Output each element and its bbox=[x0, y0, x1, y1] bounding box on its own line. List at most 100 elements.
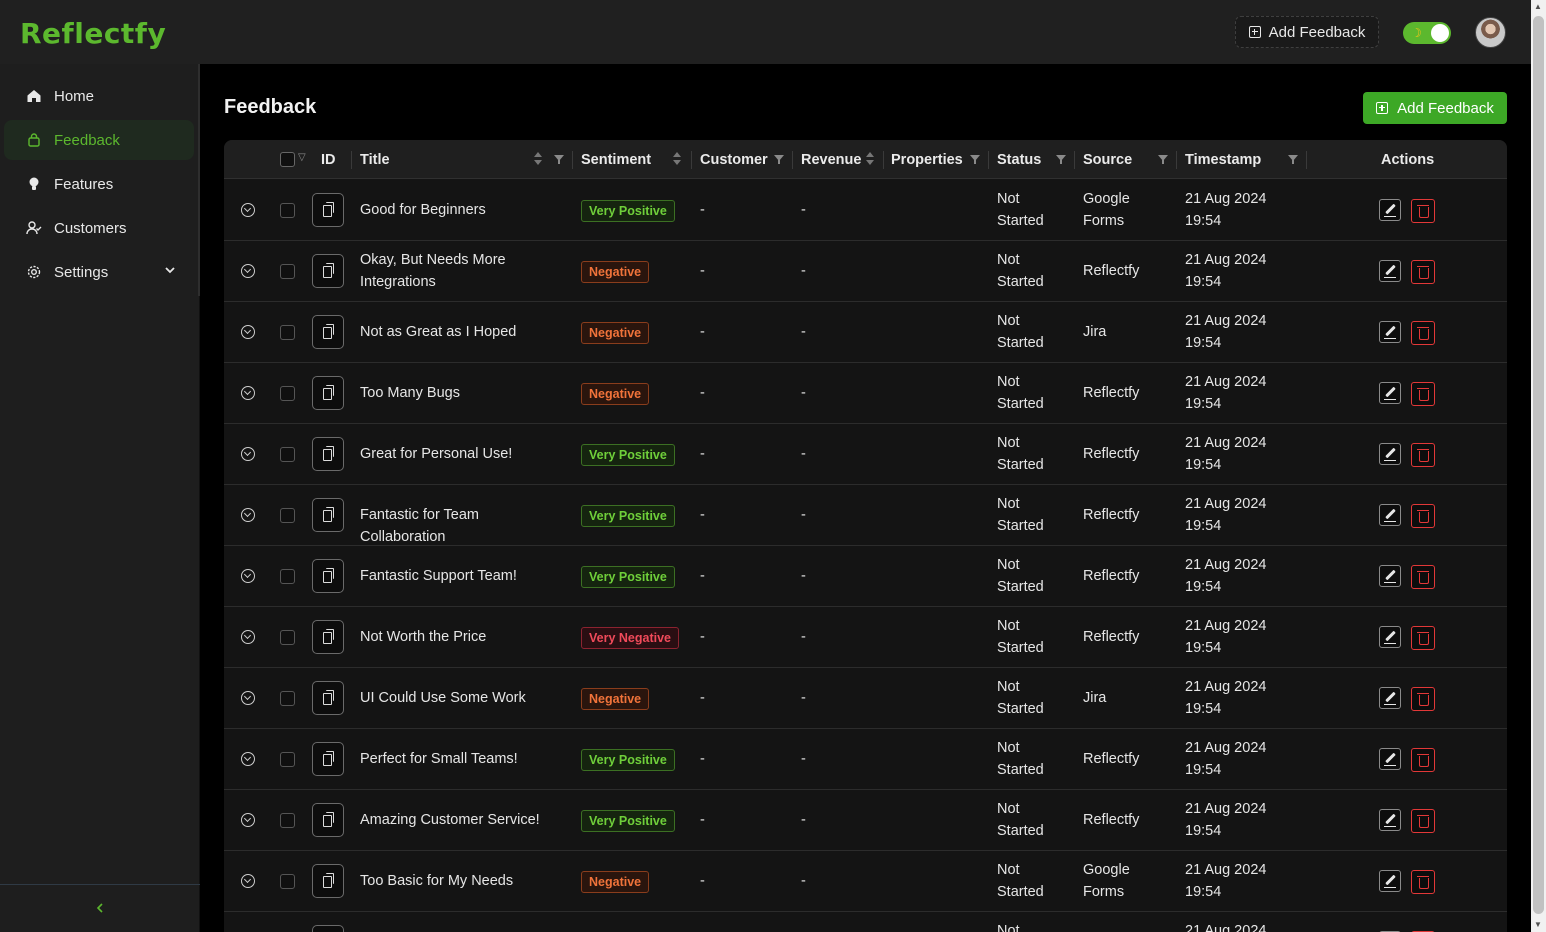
column-header-revenue[interactable]: Revenue bbox=[801, 140, 861, 179]
user-avatar[interactable] bbox=[1475, 17, 1506, 48]
column-header-status[interactable]: Status bbox=[997, 140, 1041, 179]
trash-icon[interactable] bbox=[1411, 443, 1435, 467]
feedback-title[interactable]: Perfect for Small Teams! bbox=[360, 748, 560, 770]
filter-icon[interactable] bbox=[554, 155, 564, 165]
edit-icon[interactable] bbox=[1379, 809, 1401, 831]
header-add-feedback-button[interactable]: Add Feedback bbox=[1235, 16, 1379, 48]
chevron-down-icon[interactable] bbox=[164, 264, 176, 279]
app-logo[interactable]: Reflectfy bbox=[20, 14, 166, 52]
trash-icon[interactable] bbox=[1411, 382, 1435, 406]
edit-icon[interactable] bbox=[1379, 748, 1401, 770]
table-row[interactable]: Very PositiveNot21 Aug 2024 bbox=[224, 912, 1507, 932]
feedback-title[interactable]: Amazing Customer Service! bbox=[360, 809, 560, 831]
copy-id-button[interactable] bbox=[312, 864, 344, 898]
copy-id-button[interactable] bbox=[312, 742, 344, 776]
edit-icon[interactable] bbox=[1379, 565, 1401, 587]
chevron-down-icon[interactable]: ▽ bbox=[298, 152, 306, 163]
trash-icon[interactable] bbox=[1411, 870, 1435, 894]
scroll-up-icon[interactable]: ▲ bbox=[1534, 3, 1542, 11]
trash-icon[interactable] bbox=[1411, 626, 1435, 650]
table-row[interactable]: Amazing Customer Service! Very Positive - -… bbox=[224, 790, 1507, 851]
table-row[interactable]: Too Basic for My Needs Negative - - Not Start… bbox=[224, 851, 1507, 912]
copy-id-button[interactable] bbox=[312, 254, 344, 288]
trash-icon[interactable] bbox=[1411, 504, 1435, 528]
row-checkbox[interactable] bbox=[280, 264, 295, 279]
table-row[interactable]: UI Could Use Some Work Negative - - Not Start… bbox=[224, 668, 1507, 729]
select-all-checkbox[interactable] bbox=[280, 152, 295, 167]
filter-icon[interactable] bbox=[1158, 155, 1168, 165]
expand-row-icon[interactable] bbox=[241, 630, 255, 644]
copy-id-button[interactable] bbox=[312, 315, 344, 349]
sort-icon[interactable] bbox=[534, 152, 542, 168]
column-header-properties[interactable]: Properties bbox=[891, 140, 963, 179]
edit-icon[interactable] bbox=[1379, 382, 1401, 404]
feedback-title[interactable]: Not Worth the Price bbox=[360, 626, 560, 648]
sidebar-collapse-button[interactable] bbox=[0, 884, 200, 932]
page-scrollbar[interactable]: ▲ ▼ bbox=[1531, 0, 1546, 932]
edit-icon[interactable] bbox=[1379, 321, 1401, 343]
edit-icon[interactable] bbox=[1379, 199, 1401, 221]
trash-icon[interactable] bbox=[1411, 321, 1435, 345]
add-feedback-button[interactable]: Add Feedback bbox=[1363, 92, 1507, 124]
column-header-id[interactable]: ID bbox=[321, 140, 336, 179]
row-checkbox[interactable] bbox=[280, 447, 295, 462]
copy-id-button[interactable] bbox=[312, 620, 344, 654]
copy-id-button[interactable] bbox=[312, 376, 344, 410]
table-row[interactable]: Okay, But Needs More Integrations Negativ… bbox=[224, 241, 1507, 302]
scroll-down-icon[interactable]: ▼ bbox=[1534, 921, 1542, 929]
row-checkbox[interactable] bbox=[280, 691, 295, 706]
sidebar-item-customers[interactable]: Customers bbox=[4, 208, 194, 248]
expand-row-icon[interactable] bbox=[241, 874, 255, 888]
expand-row-icon[interactable] bbox=[241, 386, 255, 400]
edit-icon[interactable] bbox=[1379, 870, 1401, 892]
trash-icon[interactable] bbox=[1411, 809, 1435, 833]
trash-icon[interactable] bbox=[1411, 687, 1435, 711]
expand-row-icon[interactable] bbox=[241, 752, 255, 766]
table-row[interactable]: Fantastic Support Team! Very Positive - - No… bbox=[224, 546, 1507, 607]
row-checkbox[interactable] bbox=[280, 203, 295, 218]
column-header-title[interactable]: Title bbox=[360, 140, 390, 179]
column-header-sentiment[interactable]: Sentiment bbox=[581, 140, 651, 179]
column-header-customer[interactable]: Customer bbox=[700, 140, 768, 179]
feedback-title[interactable]: UI Could Use Some Work bbox=[360, 687, 560, 709]
trash-icon[interactable] bbox=[1411, 565, 1435, 589]
copy-id-button[interactable] bbox=[312, 559, 344, 593]
table-row[interactable]: Perfect for Small Teams! Very Positive - - N… bbox=[224, 729, 1507, 790]
column-header-timestamp[interactable]: Timestamp bbox=[1185, 140, 1261, 179]
feedback-title[interactable]: Fantastic Support Team! bbox=[360, 565, 560, 587]
edit-icon[interactable] bbox=[1379, 626, 1401, 648]
feedback-title[interactable]: Okay, But Needs More Integrations bbox=[360, 249, 560, 293]
expand-row-icon[interactable] bbox=[241, 264, 255, 278]
row-checkbox[interactable] bbox=[280, 630, 295, 645]
expand-row-icon[interactable] bbox=[241, 325, 255, 339]
copy-id-button[interactable] bbox=[312, 193, 344, 227]
row-checkbox[interactable] bbox=[280, 874, 295, 889]
table-row[interactable]: Too Many Bugs Negative - - Not Started Reflect… bbox=[224, 363, 1507, 424]
table-row[interactable]: Great for Personal Use! Very Positive - - No… bbox=[224, 424, 1507, 485]
expand-row-icon[interactable] bbox=[241, 508, 255, 522]
scrollbar-thumb[interactable] bbox=[1533, 16, 1544, 914]
copy-id-button[interactable] bbox=[312, 803, 344, 837]
table-row[interactable]: Not Worth the Price Very Negative - - Not Sta… bbox=[224, 607, 1507, 668]
expand-row-icon[interactable] bbox=[241, 203, 255, 217]
trash-icon[interactable] bbox=[1411, 199, 1435, 223]
feedback-title[interactable]: Fantastic for Team Collaboration bbox=[360, 504, 560, 548]
feedback-title[interactable]: Good for Beginners bbox=[360, 199, 560, 221]
feedback-title[interactable]: Great for Personal Use! bbox=[360, 443, 560, 465]
edit-icon[interactable] bbox=[1379, 687, 1401, 709]
table-row[interactable]: Not as Great as I Hoped Negative - - Not Star… bbox=[224, 302, 1507, 363]
copy-id-button[interactable] bbox=[312, 437, 344, 471]
sidebar-item-feedback[interactable]: Feedback bbox=[4, 120, 194, 160]
feedback-title[interactable]: Too Basic for My Needs bbox=[360, 870, 560, 892]
filter-icon[interactable] bbox=[970, 155, 980, 165]
edit-icon[interactable] bbox=[1379, 443, 1401, 465]
sidebar-item-home[interactable]: Home bbox=[4, 76, 194, 116]
copy-id-button[interactable] bbox=[312, 498, 344, 532]
copy-id-button[interactable] bbox=[312, 681, 344, 715]
expand-row-icon[interactable] bbox=[241, 813, 255, 827]
expand-row-icon[interactable] bbox=[241, 569, 255, 583]
expand-row-icon[interactable] bbox=[241, 447, 255, 461]
row-checkbox[interactable] bbox=[280, 508, 295, 523]
filter-icon[interactable] bbox=[774, 155, 784, 165]
sort-icon[interactable] bbox=[673, 152, 681, 168]
